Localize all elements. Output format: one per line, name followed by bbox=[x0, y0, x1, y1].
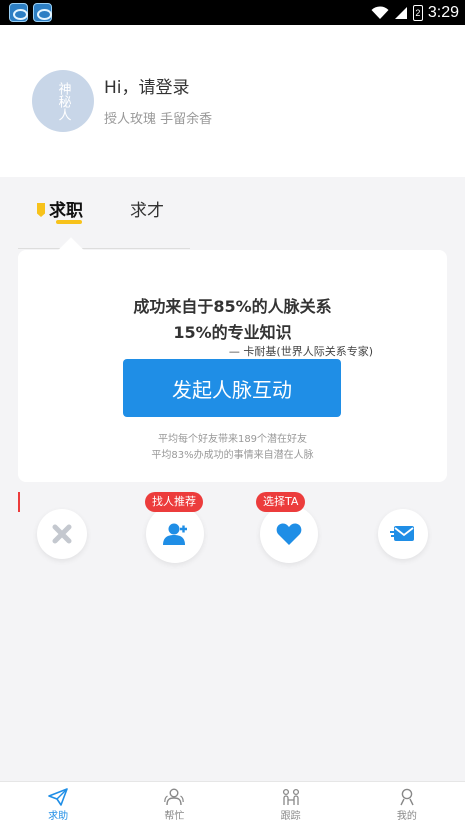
profile-motto: 授人玫瑰 手留余香 bbox=[104, 112, 213, 127]
close-icon bbox=[52, 524, 72, 544]
nav-label: 帮忙 bbox=[164, 811, 185, 822]
tab-job-seeking[interactable]: 求职 bbox=[37, 196, 83, 221]
networking-card: 成功来自于85%的人脉关系 15%的专业知识 — 卡耐基(世界人际关系专家) 发… bbox=[18, 250, 447, 482]
envelope-send-icon bbox=[390, 526, 414, 541]
select-ta-button[interactable] bbox=[260, 505, 318, 563]
select-ta-tag: 选择TA bbox=[256, 492, 306, 512]
mode-tabs: 求职 求才 bbox=[0, 196, 465, 236]
wifi-icon bbox=[371, 5, 389, 19]
nav-item-ask-help[interactable]: 求助 bbox=[0, 782, 116, 828]
people-icon bbox=[164, 788, 185, 806]
notification-app-icon bbox=[33, 3, 52, 22]
bottom-nav: 求助 帮忙 跟踪 我的 bbox=[0, 781, 465, 828]
tab-talent-seeking[interactable]: 求才 bbox=[130, 196, 164, 221]
heart-icon bbox=[276, 523, 302, 545]
track-icon bbox=[282, 788, 299, 805]
quote-attribution: — 卡耐基(世界人际关系专家) bbox=[228, 345, 373, 358]
tab-label: 求职 bbox=[49, 201, 83, 221]
list-edge bbox=[18, 492, 20, 512]
avatar-text: 神秘人 bbox=[55, 81, 71, 121]
recommend-tag: 找人推荐 bbox=[145, 492, 203, 512]
battery-level: 2 bbox=[415, 7, 421, 18]
stat-note-1: 平均每个好友带来189个潜在好友 bbox=[157, 434, 308, 445]
person-icon bbox=[400, 788, 414, 806]
nav-label: 我的 bbox=[396, 811, 417, 822]
status-bar: 2 3:29 bbox=[0, 0, 465, 25]
pen-icon bbox=[37, 203, 45, 217]
signal-icon bbox=[394, 6, 407, 19]
battery-icon: 2 bbox=[412, 4, 423, 21]
notification-app-icon bbox=[9, 3, 28, 22]
nav-label: 求助 bbox=[48, 811, 69, 822]
stat-note-2: 平均83%办成功的事情来自潜在人脉 bbox=[151, 450, 314, 461]
nav-item-mine[interactable]: 我的 bbox=[349, 782, 465, 828]
active-tab-indicator bbox=[56, 220, 82, 224]
recommend-button[interactable] bbox=[146, 505, 204, 563]
dismiss-button[interactable] bbox=[37, 509, 87, 559]
headline-line1: 成功来自于85%的人脉关系 bbox=[133, 297, 332, 316]
login-prompt[interactable]: Hi，请登录 bbox=[104, 73, 190, 98]
nav-item-track[interactable]: 跟踪 bbox=[233, 782, 349, 828]
tab-divider bbox=[18, 248, 190, 249]
start-network-interaction-button[interactable]: 发起人脉互动 bbox=[123, 359, 341, 417]
headline-line2: 15%的专业知识 bbox=[173, 323, 292, 342]
profile-header[interactable]: 神秘人 Hi，请登录 授人玫瑰 手留余香 bbox=[0, 25, 465, 177]
nav-item-help-others[interactable]: 帮忙 bbox=[116, 782, 232, 828]
tab-label: 求才 bbox=[130, 201, 164, 221]
nav-label: 跟踪 bbox=[280, 811, 301, 822]
add-person-icon bbox=[163, 523, 187, 545]
paper-plane-icon bbox=[48, 788, 68, 806]
avatar[interactable]: 神秘人 bbox=[32, 70, 94, 132]
status-time: 3:29 bbox=[427, 3, 459, 21]
message-button[interactable] bbox=[378, 509, 428, 559]
